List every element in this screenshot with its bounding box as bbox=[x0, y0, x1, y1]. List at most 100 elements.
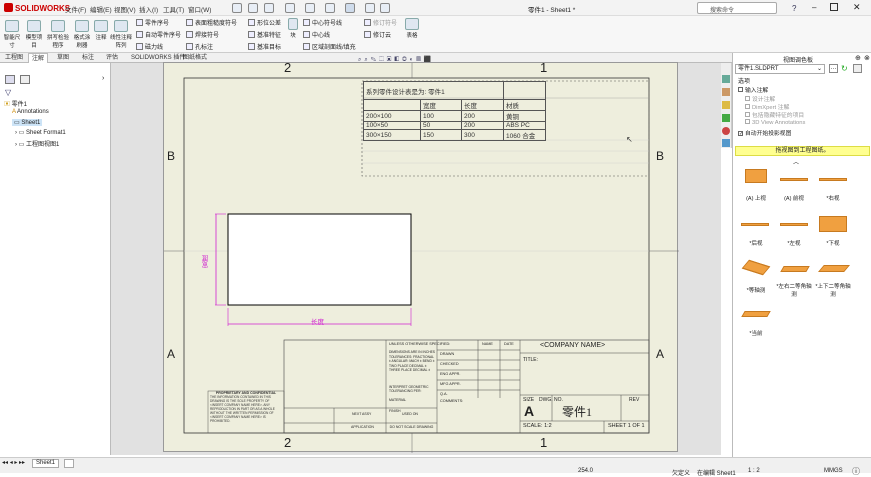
view-bottom-thumb[interactable] bbox=[819, 216, 847, 232]
table-cell: 150 bbox=[420, 129, 462, 141]
tab-evaluate[interactable]: 评估 bbox=[103, 53, 121, 63]
minimize-icon[interactable]: – bbox=[812, 3, 816, 12]
view-back-thumb[interactable] bbox=[741, 223, 769, 226]
dwg-no-value[interactable]: 零件1 bbox=[562, 403, 592, 420]
feature-tree-icon[interactable] bbox=[5, 75, 15, 84]
view-palette-icon[interactable] bbox=[722, 114, 730, 122]
menu-view[interactable]: 视图(V) bbox=[114, 4, 136, 14]
view-top-thumb[interactable] bbox=[745, 169, 767, 183]
print-icon[interactable] bbox=[305, 3, 315, 13]
table-cell: ABS PC bbox=[503, 121, 546, 130]
options-button[interactable] bbox=[853, 64, 862, 73]
view-front-thumb[interactable] bbox=[780, 178, 808, 181]
area-hatch-button[interactable]: 区域剖面线/填充 bbox=[303, 42, 356, 51]
home-icon[interactable] bbox=[232, 3, 242, 13]
revision-cloud-button[interactable]: 修订云 bbox=[364, 30, 391, 39]
company-name[interactable]: <COMPANY NAME> bbox=[540, 342, 605, 349]
magnetic-line-button[interactable]: 磁力线 bbox=[136, 42, 163, 51]
tab-sketch[interactable]: 草图 bbox=[54, 53, 72, 63]
close-icon[interactable]: ✕ bbox=[853, 2, 861, 13]
property-manager-icon[interactable] bbox=[20, 75, 30, 84]
center-mark-button[interactable]: 中心符号线 bbox=[303, 18, 342, 27]
tab-drawing[interactable]: 工程图 bbox=[2, 53, 26, 63]
menu-window[interactable]: 窗口(W) bbox=[188, 4, 211, 14]
centerline-button[interactable]: 中心线 bbox=[303, 30, 330, 39]
add-sheet-icon[interactable] bbox=[64, 459, 74, 468]
spell-checker-button[interactable]: 拼写检验程序 bbox=[47, 20, 69, 49]
select-icon[interactable] bbox=[345, 3, 355, 13]
collapse-icon[interactable]: ︿ bbox=[793, 157, 799, 166]
new-file-icon[interactable] bbox=[248, 3, 258, 13]
view-dimetric-tb-label: *上下二等角轴测 bbox=[815, 284, 851, 298]
resources-icon[interactable] bbox=[722, 75, 730, 83]
smart-dimension-button[interactable]: 智能尺寸 bbox=[2, 20, 22, 49]
help-status-icon[interactable]: ⓘ bbox=[852, 466, 860, 477]
auto-projected-view-checkbox[interactable]: ✓ 自动开始投影视图 bbox=[738, 128, 791, 137]
import-annotations-checkbox[interactable]: 输入注解 bbox=[738, 85, 768, 94]
custom-properties-icon[interactable] bbox=[722, 139, 730, 147]
help-icon[interactable]: ? bbox=[792, 4, 796, 13]
view-current-thumb[interactable] bbox=[741, 311, 771, 317]
linear-note-pattern-button[interactable]: 线性注释阵列 bbox=[110, 20, 132, 49]
surface-finish-button[interactable]: 表面粗糙度符号 bbox=[186, 18, 237, 27]
tree-item-sheet-format[interactable]: › ▭ Sheet Format1 bbox=[15, 129, 66, 136]
note-button[interactable]: 注释 bbox=[94, 20, 108, 41]
menu-insert[interactable]: 插入(I) bbox=[139, 4, 158, 14]
chevron-right-icon[interactable]: › bbox=[102, 75, 104, 82]
model-items-button[interactable]: 模型项目 bbox=[24, 20, 44, 49]
pin-icon[interactable]: ⊕ bbox=[855, 54, 861, 62]
format-painter-button[interactable]: 格式涂刷器 bbox=[72, 20, 92, 49]
weld-symbol-button[interactable]: 焊接符号 bbox=[186, 30, 219, 39]
tab-markup[interactable]: 标注 bbox=[79, 53, 97, 63]
revision-symbol-button[interactable]: 修订符号 bbox=[364, 18, 397, 27]
hole-callout-button[interactable]: 孔标注 bbox=[186, 42, 213, 51]
hidden-features-checkbox[interactable]: 包括隐藏特征的项目 bbox=[745, 110, 804, 119]
open-file-icon[interactable] bbox=[264, 3, 274, 13]
maximize-icon[interactable] bbox=[830, 3, 838, 11]
table-button[interactable]: 表格 bbox=[404, 18, 420, 39]
menu-file[interactable]: 文件(F) bbox=[65, 4, 86, 14]
dimension-width[interactable]: 宽度 bbox=[202, 255, 212, 268]
block-button[interactable]: 块 bbox=[287, 18, 299, 39]
browse-button[interactable]: … bbox=[829, 64, 838, 73]
tab-annotation[interactable]: 注解 bbox=[28, 53, 49, 63]
tree-root[interactable]: ▣ 零件1 bbox=[4, 99, 27, 108]
tree-item-annotations[interactable]: A Annotations bbox=[12, 109, 49, 115]
datum-target-button[interactable]: 基准目标 bbox=[248, 42, 281, 51]
balloon-button[interactable]: 零件序号 bbox=[136, 18, 169, 27]
view-isometric-thumb[interactable] bbox=[741, 259, 771, 276]
datum-feature-button[interactable]: 基准特征 bbox=[248, 30, 281, 39]
view-dimetric-tb-thumb[interactable] bbox=[818, 265, 850, 272]
sheet-tab[interactable]: Sheet1 bbox=[32, 459, 60, 468]
zone-row-a-left: A bbox=[167, 347, 176, 361]
search-input[interactable]: 搜索命令 bbox=[697, 2, 777, 14]
menu-tools[interactable]: 工具(T) bbox=[163, 4, 184, 14]
undo-icon[interactable] bbox=[325, 3, 335, 13]
view-dimetric-lr-thumb[interactable] bbox=[780, 266, 810, 272]
rebuild-icon[interactable] bbox=[365, 3, 375, 13]
panel-close-icon[interactable]: ⊗ bbox=[864, 54, 870, 62]
appearances-icon[interactable] bbox=[722, 127, 730, 135]
menu-edit[interactable]: 编辑(E) bbox=[90, 4, 112, 14]
table-cell: 200 bbox=[461, 121, 504, 130]
library-icon[interactable] bbox=[722, 88, 730, 96]
view-right-thumb[interactable] bbox=[819, 178, 847, 181]
refresh-icon[interactable]: ↻ bbox=[841, 64, 850, 73]
options-icon[interactable] bbox=[380, 3, 390, 13]
gtol-button[interactable]: 形位公差 bbox=[248, 18, 281, 27]
file-select[interactable]: 零件1.SLDPRT ⌄ bbox=[735, 64, 825, 74]
dimension-length[interactable]: 长度 bbox=[311, 316, 324, 326]
filter-icon[interactable]: ▽ bbox=[5, 88, 11, 97]
3d-view-annotations-checkbox[interactable]: 3D View Annotations bbox=[745, 119, 805, 126]
drawing-sheet[interactable]: 2 1 2 1 B B A A 系列零件设计表是为: 零件1 宽度 长度 材质 … bbox=[163, 60, 679, 453]
design-table[interactable]: 系列零件设计表是为: 零件1 宽度 长度 材质 200×100 100 200 … bbox=[363, 81, 546, 141]
save-icon[interactable] bbox=[285, 3, 295, 13]
sheet-nav-arrows[interactable]: ◂◂ ◂ ▸ ▸▸ bbox=[2, 459, 25, 466]
tree-item-drawing-view[interactable]: › ▭ 工程图视图1 bbox=[15, 139, 59, 148]
view-left-thumb[interactable] bbox=[780, 223, 808, 226]
status-scale[interactable]: 1 : 2 bbox=[748, 468, 760, 474]
tree-item-sheet1[interactable]: ▭ Sheet1 bbox=[12, 119, 43, 126]
status-units[interactable]: MMGS bbox=[824, 468, 843, 474]
file-explorer-icon[interactable] bbox=[722, 101, 730, 109]
auto-balloon-button[interactable]: 自动零件序号 bbox=[136, 30, 181, 39]
